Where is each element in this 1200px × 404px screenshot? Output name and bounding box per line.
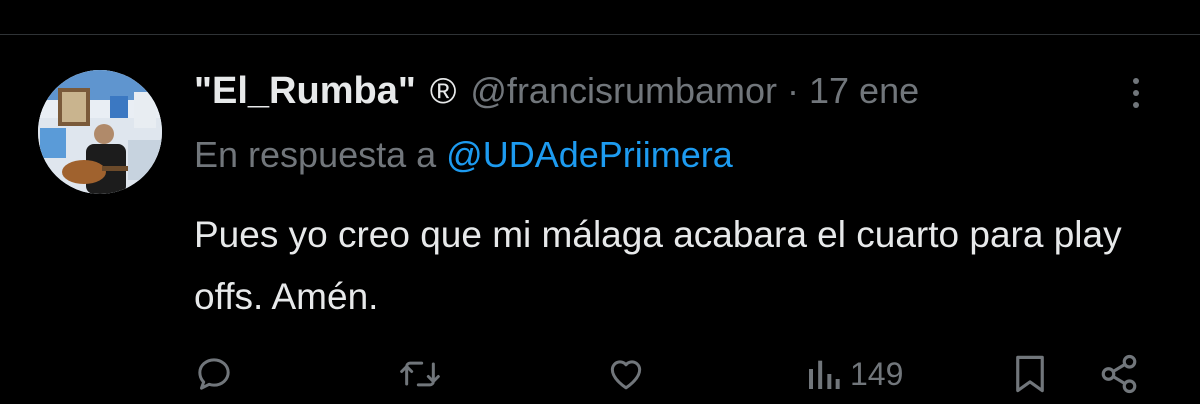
share-icon [1101,354,1137,394]
retweet-button[interactable] [398,346,442,402]
avatar[interactable] [38,70,162,194]
views-count: 149 [850,355,904,392]
views-button[interactable]: 149 [806,346,903,402]
separator-dot: · [787,70,800,111]
share-button[interactable] [1098,346,1140,402]
heart-icon [610,360,642,390]
like-button[interactable] [605,346,647,402]
views-icon [809,360,840,389]
display-name[interactable]: "El_Rumba" [194,70,416,113]
more-vertical-icon[interactable] [1118,70,1154,116]
avatar-image [38,70,162,194]
reply-context: En respuesta a @UDAdePriimera [194,134,733,176]
tweet-text: Pues yo creo que mi málaga acabara el cu… [194,214,1122,317]
top-divider [0,34,1200,35]
bookmark-icon [1016,355,1044,393]
reply-prefix: En respuesta a [194,134,437,175]
user-handle[interactable]: @francisrumbamor [470,70,777,112]
registered-badge: ® [429,70,457,111]
reply-mention-link[interactable]: @UDAdePriimera [446,134,733,175]
reply-icon [198,358,230,390]
timestamp[interactable]: 17 ene [809,70,919,112]
action-bar: 149 [0,346,1200,402]
bookmark-button[interactable] [1012,346,1048,402]
retweet-icon [400,361,440,387]
tweet-header: "El_Rumba" ® @francisrumbamor · 17 ene [194,66,919,116]
reply-button[interactable] [194,346,234,402]
